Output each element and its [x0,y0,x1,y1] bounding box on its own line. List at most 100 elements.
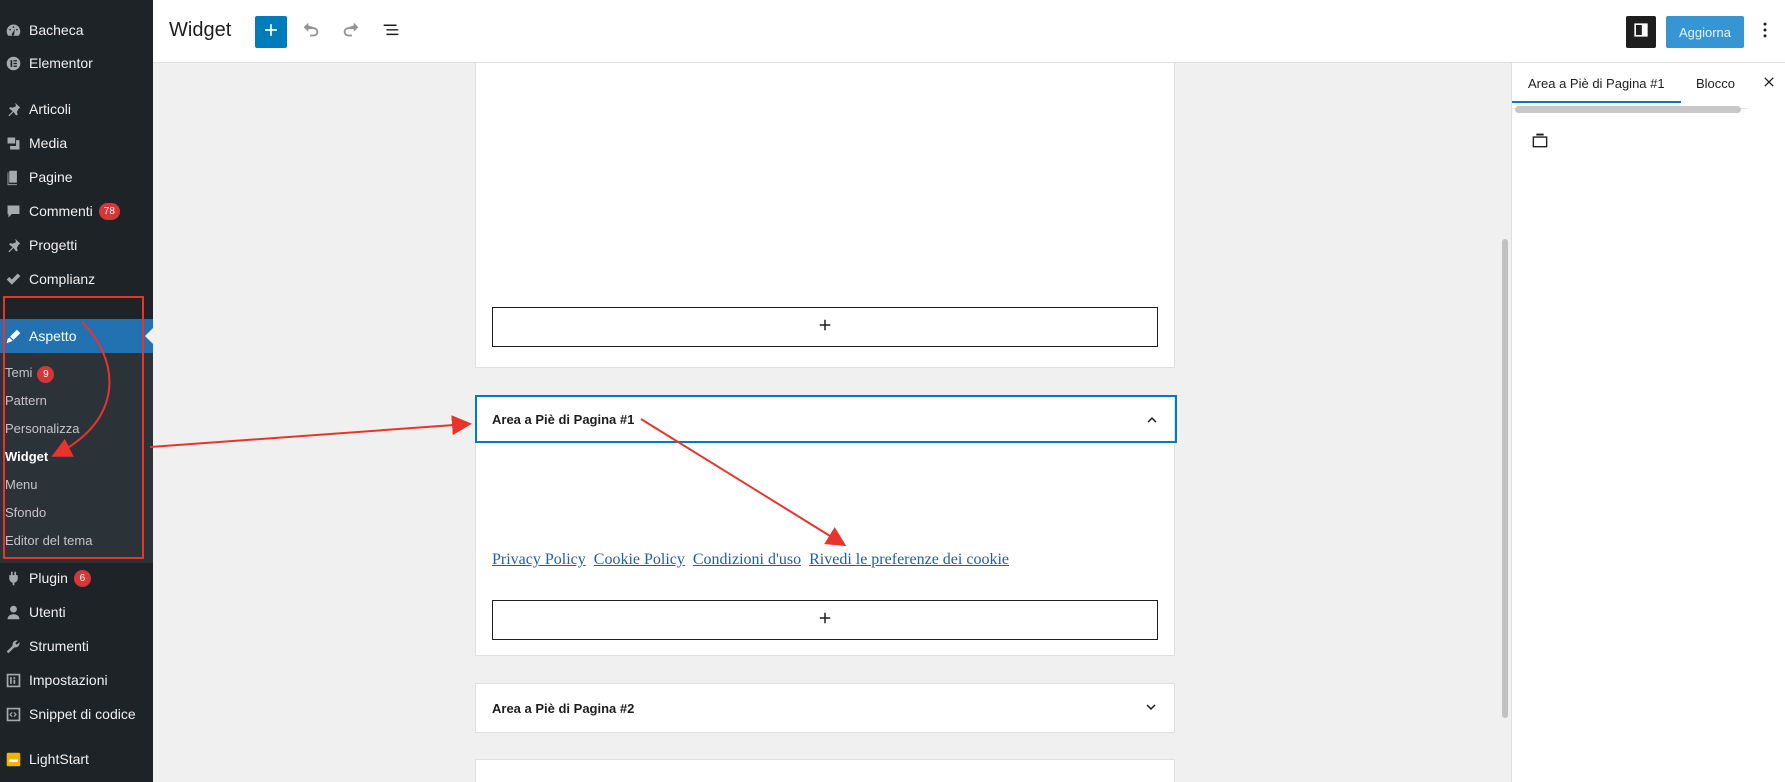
sidebar-item-label: Plugin [29,570,68,586]
plugin-count-badge: 6 [73,569,91,587]
submenu-item-pattern[interactable]: Pattern [5,390,47,412]
panel-title: Area a Piè di Pagina #1 [492,411,635,427]
sidebar-item-label: Commenti [29,203,93,219]
privacy-policy-link[interactable]: Privacy Policy [492,551,586,568]
cookie-preferences-link[interactable]: Rivedi le preferenze dei cookie [809,551,1009,568]
submenu-item-menu[interactable]: Menu [5,474,38,496]
code-icon [4,705,22,723]
undo-button[interactable] [295,16,327,48]
list-view-button[interactable] [375,16,407,48]
tools-icon [4,637,22,655]
chevron-up-icon [1143,411,1161,429]
sidebar-item-commenti[interactable]: Commenti 78 [0,194,153,228]
page-title: Widget [169,19,232,41]
options-button[interactable] [1753,16,1777,48]
sidebar-item-impostazioni[interactable]: Impostazioni [0,663,153,697]
tab-widget-area[interactable]: Area a Piè di Pagina #1 [1512,63,1681,103]
widget-area-block-icon [1529,130,1551,152]
admin-sidebar: Bacheca Elementor Articoli Media Pagine … [0,0,153,782]
close-sidebar-button[interactable] [1759,74,1779,94]
comments-count-badge: 78 [98,202,120,220]
sidebar-item-complianz[interactable]: Complianz [0,262,153,296]
sidebar-item-label: Impostazioni [29,672,108,688]
media-icon [4,134,22,152]
sidebar-item-label: Complianz [29,271,96,287]
widget-area-panel [475,63,1175,368]
canvas-scrollbar[interactable] [1502,239,1508,718]
more-vertical-icon [1755,20,1775,45]
editor-header: Widget Aggiorna [153,0,1785,63]
settings-sidebar: Area a Piè di Pagina #1 Blocco [1511,63,1785,782]
plus-icon [816,316,834,339]
sidebar-item-label: Bacheca [29,22,84,38]
block-inserter-button[interactable] [492,600,1158,640]
submenu-item-personalizza[interactable]: Personalizza [5,418,79,440]
footer-links-block: Privacy Policy Cookie Policy Condizioni … [492,551,1013,569]
elementor-icon [4,54,22,72]
submenu-item-temi[interactable]: Temi 9 [5,362,55,384]
sidebar-item-plugin[interactable]: Plugin 6 [0,561,153,595]
footer-area-1-header[interactable]: Area a Piè di Pagina #1 [475,395,1177,443]
sidebar-item-strumenti[interactable]: Strumenti [0,629,153,663]
tabs-scrollbar[interactable] [1515,106,1741,113]
pin-icon [4,236,22,254]
terms-link[interactable]: Condizioni d'uso [693,551,801,568]
sidebar-item-utenti[interactable]: Utenti [0,595,153,629]
block-inserter-button[interactable] [492,307,1158,347]
pages-icon [4,168,22,186]
submenu-item-widget[interactable]: Widget [5,446,48,468]
chevron-down-icon [1142,698,1160,716]
plugin-icon [4,569,22,587]
cookie-policy-link[interactable]: Cookie Policy [594,551,685,568]
themes-count-badge: 9 [37,366,55,383]
pin-icon [4,100,22,118]
aspetto-submenu: Temi 9 Pattern Personalizza Widget Menu S… [0,353,153,563]
sidebar-item-media[interactable]: Media [0,126,153,160]
redo-button[interactable] [335,16,367,48]
sidebar-item-aspetto[interactable]: Aspetto [0,319,153,353]
widget-area-panel [475,759,1175,782]
sidebar-item-label: Strumenti [29,638,89,654]
footer-area-1-panel: Area a Piè di Pagina #1 Privacy Policy C… [475,395,1177,656]
sidebar-item-elementor[interactable]: Elementor [0,46,153,80]
sidebar-item-label: Utenti [29,604,66,620]
sidebar-item-lightstart[interactable]: LightStart [0,742,153,776]
footer-area-2-panel: Area a Piè di Pagina #2 [475,683,1175,733]
sidebar-item-label: Progetti [29,237,78,253]
sidebar-item-bacheca[interactable]: Bacheca [0,13,153,47]
sidebar-item-label: Media [29,135,68,151]
sidebar-item-pagine[interactable]: Pagine [0,160,153,194]
appearance-icon [4,327,22,345]
sidebar-item-label: Snippet di codice [29,706,136,722]
check-icon [4,270,22,288]
sidebar-item-label: Aspetto [29,328,77,344]
submenu-item-editor-del-tema[interactable]: Editor del tema [5,530,92,552]
dashboard-icon [4,21,22,39]
sidebar-item-label: Articoli [29,101,72,117]
sidebar-item-label: Pagine [29,169,73,185]
users-icon [4,603,22,621]
close-icon [1761,74,1777,95]
footer-area-2-header[interactable]: Area a Piè di Pagina #2 [476,684,1174,732]
comments-icon [4,202,22,220]
submenu-item-sfondo[interactable]: Sfondo [5,502,46,524]
plus-icon [261,20,281,45]
submenu-label: Temi [5,365,33,380]
sidebar-panel-icon [1631,20,1651,45]
lightstart-icon [4,750,22,768]
plus-icon [816,609,834,632]
tab-block[interactable]: Blocco [1680,63,1751,103]
list-view-icon [380,19,402,46]
settings-icon [4,671,22,689]
update-button[interactable]: Aggiorna [1666,16,1744,48]
sidebar-item-articoli[interactable]: Articoli [0,92,153,126]
redo-icon [340,19,362,46]
add-block-button[interactable] [255,16,287,48]
sidebar-item-label: LightStart [29,751,89,767]
panel-title: Area a Piè di Pagina #2 [492,700,635,716]
settings-toggle-button[interactable] [1626,16,1656,48]
widget-editor-canvas: Area a Piè di Pagina #1 Privacy Policy C… [153,63,1511,782]
sidebar-item-progetti[interactable]: Progetti [0,228,153,262]
undo-icon [300,19,322,46]
sidebar-item-snippet-di-codice[interactable]: Snippet di codice [0,697,153,731]
